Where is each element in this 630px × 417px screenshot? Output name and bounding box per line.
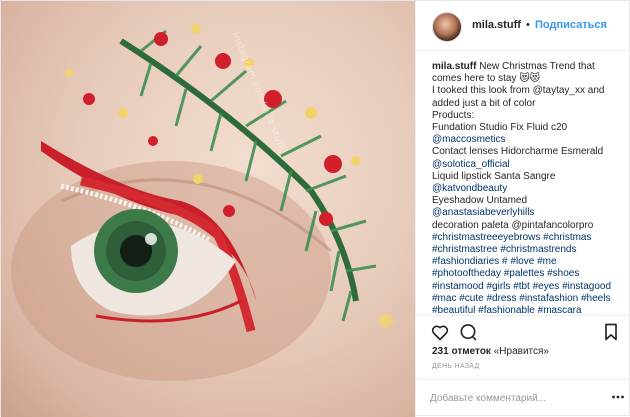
- hashtag-line[interactable]: #mac #cute #dress #instafashion #heels: [432, 293, 624, 305]
- caption-line: comes here to stay 😻😻: [432, 73, 541, 85]
- caption-line: Liquid lipstick Santa Sangre: [432, 170, 556, 182]
- more-dots-icon[interactable]: [611, 390, 625, 404]
- mention-link[interactable]: @maccosmetics: [432, 134, 624, 146]
- bookmark-icon[interactable]: [601, 322, 621, 342]
- follow-button[interactable]: Подписаться: [535, 19, 607, 31]
- caption-line: Fundation Studio Fix Fluid c20: [432, 122, 568, 134]
- comment-input[interactable]: [430, 389, 600, 407]
- likes-suffix: «Нравится»: [493, 346, 549, 357]
- hashtag-line[interactable]: #fashiondiaries # #love #me: [432, 256, 624, 268]
- hashtag-line[interactable]: #photooftheday #palettes #shoes: [432, 268, 624, 280]
- username-link[interactable]: mila.stuff: [472, 19, 521, 31]
- caption-line: added just a bit of color: [432, 97, 536, 109]
- eye-makeup-illustration: [11, 24, 393, 381]
- post-side-panel: mila.stuff • Подписаться mila.stuff New …: [415, 1, 630, 417]
- mention-link[interactable]: @anastasiabeverlyhills: [432, 207, 624, 219]
- post-time[interactable]: ДЕНЬ НАЗАД: [432, 363, 480, 370]
- hashtag-line[interactable]: #christmastree #christmastrends: [432, 244, 624, 256]
- separator-dot: •: [526, 19, 530, 31]
- avatar[interactable]: [432, 12, 462, 42]
- caption-line: I tooked this look from @taytay_xx and: [432, 85, 605, 97]
- hashtag-line[interactable]: #instamood #girls #tbt #eyes #instagood: [432, 281, 624, 293]
- caption-text: New Christmas Trend that: [479, 61, 595, 72]
- post-caption: mila.stuff New Christmas Trend that come…: [432, 61, 624, 317]
- mention-link[interactable]: @solotica_official: [432, 159, 624, 171]
- post-actions: [416, 315, 630, 343]
- comment-bar: [416, 379, 630, 417]
- mention-link[interactable]: @katvondbeauty: [432, 183, 624, 195]
- likes-number: 231 отметок: [432, 346, 491, 357]
- caption-line: Products:: [432, 109, 475, 121]
- caption-username[interactable]: mila.stuff: [432, 61, 476, 72]
- caption-line: Eyeshadow Untamed: [432, 195, 528, 207]
- post-photo[interactable]: instagram.com/mila.stuff: [1, 1, 415, 417]
- caption-line: Contact lenses Hidorcharme Esmerald: [432, 146, 604, 158]
- heart-icon[interactable]: [430, 322, 450, 342]
- caption-line: mila.stuff New Christmas Trend that: [432, 61, 624, 73]
- hashtag-line[interactable]: #christmastreeeyebrows #christmas: [432, 232, 624, 244]
- instagram-post: instagram.com/mila.stuff mila.stuff • По…: [0, 0, 630, 417]
- comment-icon[interactable]: [458, 322, 478, 342]
- likes-count[interactable]: 231 отметок «Нравится»: [432, 346, 549, 357]
- post-header: mila.stuff • Подписаться: [416, 1, 630, 51]
- caption-line: decoration paleta @pintafancolorpro: [432, 219, 594, 231]
